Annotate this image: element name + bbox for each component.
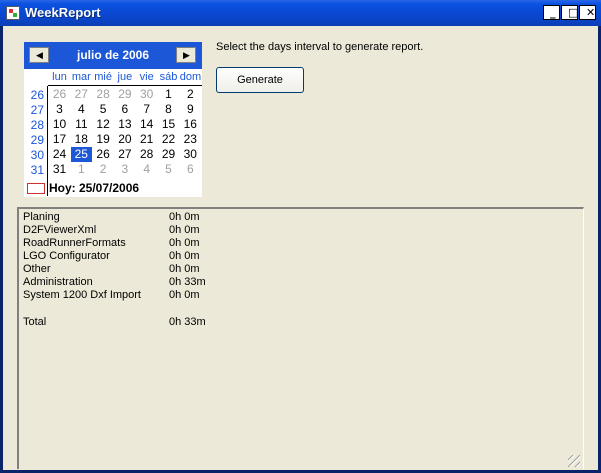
calendar-day[interactable]: 2	[93, 162, 114, 177]
week-number-divider	[47, 86, 48, 196]
report-project-name: D2FViewerXml	[23, 224, 97, 236]
calendar-day[interactable]: 20	[114, 132, 135, 147]
calendar-day[interactable]: 10	[49, 117, 70, 132]
week-number: 28	[30, 118, 44, 132]
calendar-day[interactable]: 18	[71, 132, 92, 147]
week-number: 29	[30, 133, 44, 147]
calendar-day[interactable]: 27	[71, 87, 92, 102]
weekday-header: lun mar mié jue vie sáb dom	[24, 71, 202, 85]
calendar-day[interactable]: 23	[180, 132, 201, 147]
calendar-day[interactable]: 9	[180, 102, 201, 117]
window-title: WeekReport	[25, 5, 101, 20]
calendar-header: ◀ julio de 2006 ▶	[24, 42, 202, 69]
calendar-day[interactable]: 30	[180, 147, 201, 162]
report-project-time: 0h 0m	[169, 237, 200, 249]
report-project-time: 0h 0m	[169, 289, 200, 301]
calendar-day[interactable]: 11	[71, 117, 92, 132]
weekday-jue: jue	[117, 71, 133, 83]
weekday-vie: vie	[139, 71, 154, 83]
resize-grip-icon[interactable]	[568, 455, 580, 467]
weekday-mié: mié	[94, 71, 112, 83]
calendar-day[interactable]: 3	[114, 162, 135, 177]
minimize-button[interactable]: _	[543, 5, 560, 20]
calendar-day[interactable]: 31	[49, 162, 70, 177]
calendar-day[interactable]: 26	[93, 147, 114, 162]
title-bar[interactable]: WeekReport _ □ ✕	[0, 0, 601, 26]
calendar-day[interactable]: 1	[71, 162, 92, 177]
report-project-name: Total	[23, 316, 47, 328]
report-project-name: Planing	[23, 211, 60, 223]
calendar-day[interactable]: 16	[180, 117, 201, 132]
calendar-day[interactable]: 6	[114, 102, 135, 117]
calendar-day[interactable]: 8	[158, 102, 179, 117]
calendar-day[interactable]: 22	[158, 132, 179, 147]
calendar-day[interactable]: 19	[93, 132, 114, 147]
month-calendar[interactable]: ◀ julio de 2006 ▶ lun mar mié jue vie sáb dom …	[24, 42, 202, 197]
calendar-day[interactable]: 29	[158, 147, 179, 162]
report-project-time: 0h 0m	[169, 250, 200, 262]
client-area: ◀ julio de 2006 ▶ lun mar mié jue vie sáb dom …	[3, 26, 598, 470]
weekday-dom: dom	[179, 71, 202, 83]
prev-month-button[interactable]: ◀	[29, 47, 49, 63]
week-number: 30	[30, 148, 44, 162]
calendar-day[interactable]: 26	[49, 87, 70, 102]
weekday-divider	[48, 85, 202, 86]
calendar-day[interactable]: 15	[158, 117, 179, 132]
calendar-day[interactable]: 1	[158, 87, 179, 102]
calendar-day[interactable]: 30	[136, 87, 157, 102]
report-project-name: System 1200 Dxf Import	[23, 289, 141, 301]
calendar-day[interactable]: 4	[136, 162, 157, 177]
calendar-day-selected[interactable]: 25	[70, 147, 92, 162]
app-icon[interactable]	[6, 6, 20, 20]
calendar-day[interactable]: 17	[49, 132, 70, 147]
next-month-button[interactable]: ▶	[176, 47, 196, 63]
calendar-day[interactable]: 21	[136, 132, 157, 147]
calendar-day[interactable]: 5	[158, 162, 179, 177]
week-number: 27	[30, 103, 44, 117]
app-window: WeekReport _ □ ✕ ◀ julio de 2006 ▶ lun ma…	[0, 0, 601, 473]
report-project-time: 0h 0m	[169, 263, 200, 275]
report-project-name: Administration	[23, 276, 93, 288]
week-number: 31	[30, 163, 44, 177]
report-project-time: 0h 33m	[169, 276, 206, 288]
instructions-label: Select the days interval to generate rep…	[216, 41, 424, 53]
generate-button[interactable]: Generate	[216, 67, 304, 93]
report-project-name: Other	[23, 263, 51, 275]
calendar-day[interactable]: 12	[93, 117, 114, 132]
calendar-day[interactable]: 4	[71, 102, 92, 117]
maximize-button[interactable]: □	[561, 5, 578, 20]
today-marker-icon	[27, 183, 45, 194]
calendar-day[interactable]: 7	[136, 102, 157, 117]
week-number: 26	[30, 88, 44, 102]
calendar-day[interactable]: 5	[93, 102, 114, 117]
weekday-sáb: sáb	[159, 71, 178, 83]
report-project-time: 0h 0m	[169, 211, 200, 223]
calendar-day[interactable]: 24	[49, 147, 70, 162]
calendar-day[interactable]: 3	[49, 102, 70, 117]
calendar-day[interactable]: 27	[114, 147, 135, 162]
report-project-time: 0h 33m	[169, 316, 206, 328]
report-project-name: RoadRunnerFormats	[23, 237, 126, 249]
report-project-time: 0h 0m	[169, 224, 200, 236]
report-project-name: LGO Configurator	[23, 250, 110, 262]
report-textbox[interactable]: Planing 0h 0m D2FViewerXml 0h 0m RoadRunnerF…	[17, 207, 584, 469]
weekday-mar: mar	[71, 71, 91, 83]
weekday-lun: lun	[52, 71, 67, 83]
calendar-day[interactable]: 14	[136, 117, 157, 132]
calendar-month-title[interactable]: julio de 2006	[54, 48, 172, 62]
close-button[interactable]: ✕	[579, 5, 596, 20]
calendar-day[interactable]: 28	[93, 87, 114, 102]
today-label[interactable]: Hoy: 25/07/2006	[49, 181, 139, 195]
calendar-day[interactable]: 2	[180, 87, 201, 102]
calendar-day[interactable]: 29	[114, 87, 135, 102]
calendar-day[interactable]: 13	[114, 117, 135, 132]
calendar-day[interactable]: 6	[180, 162, 201, 177]
calendar-day[interactable]: 28	[136, 147, 157, 162]
